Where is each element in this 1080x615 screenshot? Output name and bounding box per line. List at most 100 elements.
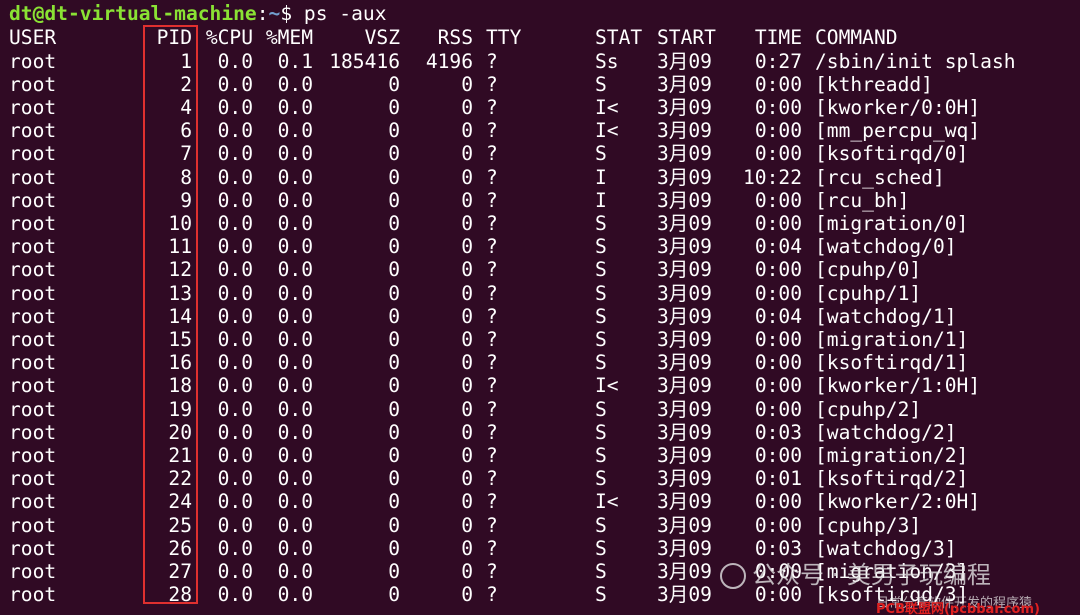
prompt-line: dt@dt-virtual-machine:~$ ps -aux: [0, 2, 387, 25]
cell-start: 3月09: [657, 490, 712, 514]
cell-start: 3月09: [657, 165, 712, 189]
cell-stat: S: [595, 211, 607, 235]
cell-stat: S: [595, 327, 607, 351]
header-vsz: VSZ: [364, 26, 400, 49]
cell-tty: ?: [486, 188, 498, 212]
cell-start: 3月09: [657, 72, 712, 96]
pid-column-highlight-box: [143, 25, 198, 604]
cell-start: 3月09: [657, 374, 712, 398]
cell-cpu: 0.0: [217, 211, 253, 235]
cell-time: 0:04: [754, 235, 802, 259]
cell-stat: S: [595, 72, 607, 96]
cell-time: 0:00: [754, 443, 802, 467]
cell-stat: S: [595, 513, 607, 537]
cell-cpu: 0.0: [217, 327, 253, 351]
cell-vsz: 0: [388, 95, 400, 119]
cell-time: 0:00: [754, 397, 802, 421]
cell-rss: 0: [461, 374, 473, 398]
cell-stat: S: [595, 583, 607, 607]
cell-start: 3月09: [657, 49, 712, 73]
cell-user: root: [9, 583, 57, 607]
cell-rss: 0: [461, 559, 473, 583]
cell-rss: 0: [461, 351, 473, 375]
cell-stat: S: [595, 142, 607, 166]
cell-tty: ?: [486, 235, 498, 259]
cell-tty: ?: [486, 443, 498, 467]
header-time: TIME: [754, 26, 802, 49]
cell-start: 3月09: [657, 559, 712, 583]
cell-tty: ?: [486, 304, 498, 328]
cell-mem: 0.0: [277, 188, 313, 212]
prompt-command: ps -aux: [292, 2, 387, 25]
cell-time: 0:00: [754, 351, 802, 375]
cell-stat: I<: [595, 119, 619, 143]
cell-start: 3月09: [657, 420, 712, 444]
cell-vsz: 185416: [329, 49, 400, 73]
cell-user: root: [9, 397, 57, 421]
cell-vsz: 0: [388, 351, 400, 375]
cell-mem: 0.0: [277, 467, 313, 491]
cell-user: root: [9, 49, 57, 73]
cell-start: 3月09: [657, 583, 712, 607]
cell-command: [cpuhp/0]: [815, 258, 922, 282]
cell-time: 0:00: [754, 490, 802, 514]
cell-stat: S: [595, 559, 607, 583]
cell-time: 10:22: [743, 165, 802, 189]
cell-vsz: 0: [388, 281, 400, 305]
cell-start: 3月09: [657, 211, 712, 235]
cell-mem: 0.0: [277, 559, 313, 583]
cell-mem: 0.0: [277, 351, 313, 375]
cell-time: 0:00: [754, 188, 802, 212]
cell-stat: I<: [595, 374, 619, 398]
cell-start: 3月09: [657, 397, 712, 421]
cell-rss: 0: [461, 467, 473, 491]
cell-vsz: 0: [388, 235, 400, 259]
cell-stat: I<: [595, 490, 619, 514]
cell-mem: 0.0: [277, 142, 313, 166]
terminal-window[interactable]: dt@dt-virtual-machine:~$ ps -aux USER PI…: [0, 0, 1080, 615]
cell-tty: ?: [486, 165, 498, 189]
cell-stat: S: [595, 304, 607, 328]
cell-command: [ksoftirqd/0]: [815, 142, 969, 166]
cell-start: 3月09: [657, 304, 712, 328]
cell-tty: ?: [486, 374, 498, 398]
cell-stat: S: [595, 235, 607, 259]
cell-cpu: 0.0: [217, 49, 253, 73]
cell-cpu: 0.0: [217, 397, 253, 421]
cell-stat: Ss: [595, 49, 619, 73]
cell-stat: I<: [595, 95, 619, 119]
cell-cpu: 0.0: [217, 95, 253, 119]
cell-start: 3月09: [657, 142, 712, 166]
cell-user: root: [9, 420, 57, 444]
cell-cpu: 0.0: [217, 304, 253, 328]
cell-command: [mm_percpu_wq]: [815, 119, 981, 143]
wechat-icon: [720, 563, 746, 589]
cell-time: 0:01: [754, 467, 802, 491]
cell-stat: I: [595, 188, 607, 212]
prompt-user-host: dt@dt-virtual-machine: [9, 2, 257, 25]
cell-command: [cpuhp/1]: [815, 281, 922, 305]
cell-command: [watchdog/1]: [815, 304, 957, 328]
cell-rss: 0: [461, 235, 473, 259]
cell-cpu: 0.0: [217, 142, 253, 166]
cell-tty: ?: [486, 420, 498, 444]
cell-user: root: [9, 443, 57, 467]
cell-time: 0:00: [754, 119, 802, 143]
header-rss: RSS: [437, 26, 473, 49]
cell-start: 3月09: [657, 235, 712, 259]
cell-cpu: 0.0: [217, 490, 253, 514]
cell-time: 0:00: [754, 513, 802, 537]
cell-user: root: [9, 304, 57, 328]
cell-time: 0:00: [754, 258, 802, 282]
cell-start: 3月09: [657, 327, 712, 351]
cell-vsz: 0: [388, 490, 400, 514]
cell-vsz: 0: [388, 583, 400, 607]
cell-user: root: [9, 188, 57, 212]
cell-stat: I: [595, 165, 607, 189]
cell-mem: 0.0: [277, 327, 313, 351]
cell-tty: ?: [486, 49, 498, 73]
cell-tty: ?: [486, 513, 498, 537]
header-mem: %MEM: [265, 26, 313, 49]
cell-tty: ?: [486, 142, 498, 166]
cell-stat: S: [595, 443, 607, 467]
